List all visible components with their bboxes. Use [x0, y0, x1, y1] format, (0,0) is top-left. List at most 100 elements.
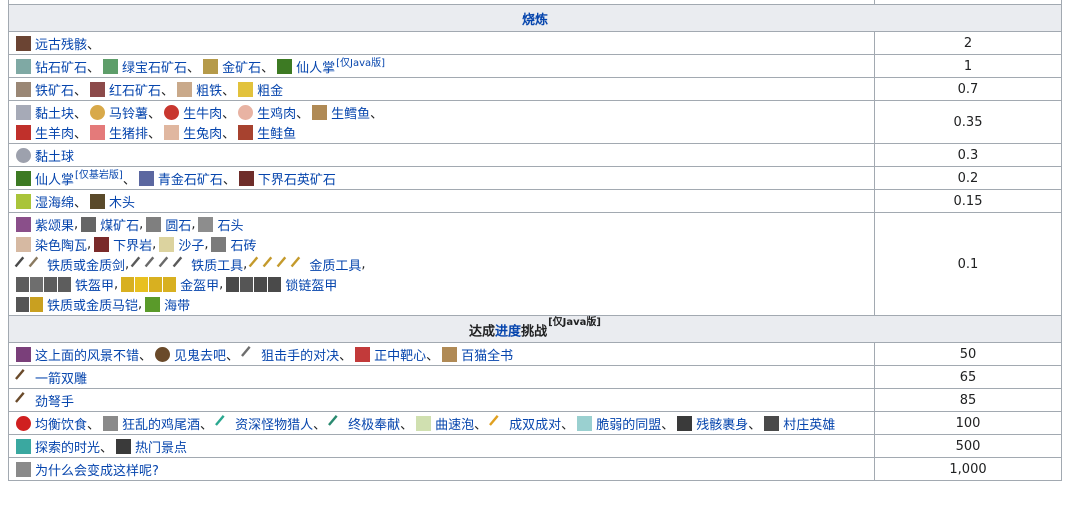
- item-link[interactable]: 下界石英矿石: [258, 169, 336, 188]
- item-link[interactable]: 马铃薯: [109, 103, 148, 122]
- edition-note[interactable]: [仅基岩版]: [75, 166, 123, 181]
- item-link[interactable]: 生羊肉: [35, 123, 74, 142]
- item-link[interactable]: 成双成对: [509, 414, 561, 433]
- raw-mutton-icon: [16, 124, 31, 140]
- item-link[interactable]: 石头: [217, 215, 243, 234]
- item-link[interactable]: 海带: [164, 295, 190, 314]
- raw-cod-icon: [312, 104, 328, 120]
- item-link[interactable]: 圆石: [165, 215, 191, 234]
- item-link[interactable]: 远古残骸: [35, 34, 87, 53]
- item-link[interactable]: 铁矿石: [35, 80, 74, 99]
- item-link[interactable]: 湿海绵: [35, 192, 74, 211]
- item-link[interactable]: 铁质或金质剑: [47, 255, 125, 274]
- item-link[interactable]: 热门景点: [135, 437, 187, 456]
- source-item: 钻石矿石: [16, 57, 87, 76]
- item-link[interactable]: 终极奉献: [348, 414, 400, 433]
- item-link[interactable]: 资深怪物猎人: [235, 414, 313, 433]
- source-line: 黏土球: [16, 145, 867, 165]
- edition-note-link[interactable]: [仅Java版]: [336, 58, 385, 69]
- item-link[interactable]: 见鬼去吧: [174, 345, 226, 364]
- item-link[interactable]: 石砖: [230, 235, 256, 254]
- source-item: 这上面的风景不错: [16, 345, 139, 364]
- source-item: 锁链盔甲: [226, 275, 337, 294]
- item-link[interactable]: 粗金: [257, 80, 283, 99]
- item-link[interactable]: 染色陶瓦: [35, 235, 87, 254]
- separator: 、: [74, 126, 88, 142]
- section-title-link[interactable]: 进度: [495, 325, 521, 340]
- item-link[interactable]: 黏土块: [35, 103, 74, 122]
- experience-value: 0.2: [874, 166, 1062, 190]
- item-link[interactable]: 粗铁: [196, 80, 222, 99]
- item-link[interactable]: 铁盔甲: [75, 275, 114, 294]
- item-link[interactable]: 金质工具: [309, 255, 361, 274]
- table-row: 仙人掌 [仅基岩版]、青金石矿石、下界石英矿石 0.2: [8, 166, 1062, 190]
- item-link[interactable]: 金盔甲: [180, 275, 219, 294]
- item-link[interactable]: 黏土球: [35, 146, 74, 165]
- section-title-suffix: 挑战: [521, 324, 548, 340]
- source-cell: 远古残骸、: [8, 31, 875, 55]
- item-link[interactable]: 木头: [109, 192, 135, 211]
- gold-helmet-icon: [121, 276, 135, 292]
- item-link[interactable]: 残骸裹身: [696, 414, 748, 433]
- item-link[interactable]: 脆弱的同盟: [596, 414, 661, 433]
- item-link[interactable]: 铁质或金质马铠: [47, 295, 138, 314]
- item-link[interactable]: 狙击手的对决: [261, 345, 339, 364]
- item-link[interactable]: 绿宝石矿石: [122, 57, 187, 76]
- item-link[interactable]: 生鸡肉: [257, 103, 296, 122]
- item-link[interactable]: 村庄英雄: [783, 414, 835, 433]
- item-link[interactable]: 钻石矿石: [35, 57, 87, 76]
- item-link[interactable]: 百猫全书: [461, 345, 513, 364]
- item-link[interactable]: 曲速泡: [435, 414, 474, 433]
- item-link[interactable]: 劲弩手: [35, 391, 74, 410]
- item-link[interactable]: 生兔肉: [183, 123, 222, 142]
- table-row: 钻石矿石、绿宝石矿石、金矿石、仙人掌 [仅Java版] 1: [8, 54, 1062, 78]
- experience-value: 65: [874, 365, 1062, 389]
- item-link[interactable]: 煤矿石: [100, 215, 139, 234]
- edition-note-link[interactable]: [仅基岩版]: [75, 170, 123, 181]
- item-link[interactable]: 红石矿石: [109, 80, 161, 99]
- item-link[interactable]: 为什么会变成这样呢?: [35, 460, 159, 479]
- item-link[interactable]: 金矿石: [222, 57, 261, 76]
- source-item: 生鸡肉: [238, 103, 296, 122]
- section-title-link[interactable]: 烧炼: [522, 13, 548, 28]
- separator: 、: [226, 348, 240, 364]
- edition-note[interactable]: [仅Java版]: [548, 317, 601, 328]
- edition-note[interactable]: [仅Java版]: [336, 54, 385, 69]
- item-link[interactable]: 青金石矿石: [158, 169, 223, 188]
- item-link[interactable]: 生鲑鱼: [257, 123, 296, 142]
- item-link[interactable]: 锁链盔甲: [285, 275, 337, 294]
- item-link[interactable]: 探索的时光: [35, 437, 100, 456]
- table-row: 劲弩手 85: [8, 388, 1062, 412]
- separator: 、: [661, 417, 675, 433]
- section-title: 烧炼: [8, 4, 1062, 32]
- experience-value: 100: [874, 411, 1062, 435]
- item-link[interactable]: 生牛肉: [183, 103, 222, 122]
- item-link[interactable]: 紫颂果: [35, 215, 74, 234]
- chorus-fruit-icon: [16, 216, 31, 232]
- gold-chestplate-icon: [135, 276, 149, 292]
- item-link[interactable]: 狂乱的鸡尾酒: [122, 414, 200, 433]
- item-link[interactable]: 生鳕鱼: [331, 103, 370, 122]
- section-header: 烧炼: [8, 4, 1062, 32]
- separator: 、: [74, 106, 88, 122]
- item-link[interactable]: 这上面的风景不错: [35, 345, 139, 364]
- table-row: 黏土球 0.3: [8, 143, 1062, 167]
- netherite-chestplate-icon: [677, 415, 693, 431]
- source-line: 均衡饮食、狂乱的鸡尾酒、资深怪物猎人、终极奉献、曲速泡、成双成对、脆弱的同盟、残…: [16, 413, 867, 433]
- item-link[interactable]: 下界岩: [113, 235, 152, 254]
- item-link[interactable]: 仙人掌: [296, 57, 335, 76]
- item-link[interactable]: 生猪排: [109, 123, 148, 142]
- item-link[interactable]: 均衡饮食: [35, 414, 87, 433]
- wood-log-icon: [90, 193, 106, 209]
- source-cell: 湿海绵、 木头: [8, 189, 875, 213]
- separator: ,: [191, 216, 196, 232]
- experience-value: 2: [874, 31, 1062, 55]
- item-link[interactable]: 铁质工具: [191, 255, 243, 274]
- chorus-fruit-icon: [16, 346, 31, 362]
- item-link[interactable]: 沙子: [178, 235, 204, 254]
- iron-hoe-icon: [158, 256, 175, 272]
- item-link[interactable]: 一箭双雕: [35, 368, 87, 387]
- section-header: 达成进度挑战[仅Java版]: [8, 315, 1062, 343]
- item-link[interactable]: 正中靶心: [374, 345, 426, 364]
- item-link[interactable]: 仙人掌: [35, 169, 74, 188]
